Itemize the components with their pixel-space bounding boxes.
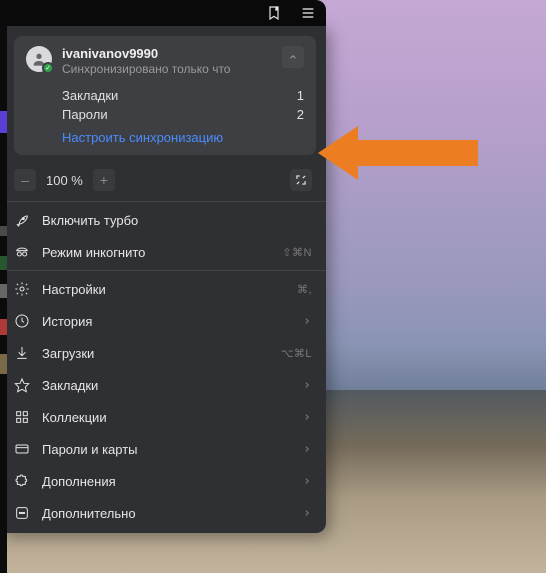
menu-collections[interactable]: Коллекции (0, 401, 326, 433)
sync-row-passwords[interactable]: Пароли 2 (62, 105, 304, 124)
menu-more[interactable]: Дополнительно (0, 497, 326, 529)
download-icon (14, 345, 30, 361)
more-icon (14, 505, 30, 521)
sync-ok-badge (42, 62, 54, 74)
sync-row-count: 1 (297, 88, 304, 103)
chevron-right-icon (302, 474, 312, 489)
menu-shortcut: ⇧⌘N (282, 246, 312, 259)
rocket-icon (14, 212, 30, 228)
menu-label: История (42, 314, 290, 329)
collections-icon (14, 409, 30, 425)
main-menu-panel: ivanivanov9990 Синхронизировано только ч… (0, 26, 326, 533)
menu-label: Коллекции (42, 410, 290, 425)
menu-history[interactable]: История (0, 305, 326, 337)
sync-row-bookmarks[interactable]: Закладки 1 (62, 86, 304, 105)
menu-label: Настройки (42, 282, 285, 297)
configure-sync-link[interactable]: Настроить синхронизацию (26, 130, 304, 145)
incognito-icon (14, 244, 30, 260)
zoom-level: 100 % (36, 173, 93, 188)
menu-label: Дополнения (42, 474, 290, 489)
avatar (26, 46, 52, 72)
collapse-profile-button[interactable] (282, 46, 304, 68)
menu-label: Пароли и карты (42, 442, 290, 457)
zoom-in-button[interactable]: + (93, 169, 115, 191)
menu-settings[interactable]: Настройки ⌘, (0, 273, 326, 305)
profile-sync-status: Синхронизировано только что (62, 62, 304, 76)
menu-turbo[interactable]: Включить турбо (0, 204, 326, 236)
menu-incognito[interactable]: Режим инкогнито ⇧⌘N (0, 236, 326, 268)
menu-label: Загрузки (42, 346, 269, 361)
chevron-right-icon (302, 410, 312, 425)
menu-label: Дополнительно (42, 506, 290, 521)
bookmark-icon[interactable] (266, 5, 282, 21)
menu-addons[interactable]: Дополнения (0, 465, 326, 497)
card-icon (14, 441, 30, 457)
puzzle-icon (14, 473, 30, 489)
sync-row-label: Закладки (62, 88, 118, 103)
sync-row-count: 2 (297, 107, 304, 122)
menu-shortcut: ⌘, (297, 283, 312, 296)
menu-label: Включить турбо (42, 213, 312, 228)
gear-icon (14, 281, 30, 297)
menu-label: Режим инкогнито (42, 245, 270, 260)
menu-bookmarks[interactable]: Закладки (0, 369, 326, 401)
clock-icon (14, 313, 30, 329)
star-icon (14, 377, 30, 393)
profile-card[interactable]: ivanivanov9990 Синхронизировано только ч… (14, 36, 316, 155)
menu-passwords[interactable]: Пароли и карты (0, 433, 326, 465)
annotation-arrow (318, 118, 488, 188)
fullscreen-button[interactable] (290, 169, 312, 191)
top-toolbar (0, 0, 326, 26)
menu-shortcut: ⌥⌘L (281, 347, 312, 360)
chevron-right-icon (302, 506, 312, 521)
profile-username: ivanivanov9990 (62, 46, 304, 61)
zoom-row: – 100 % + (0, 161, 326, 199)
menu-downloads[interactable]: Загрузки ⌥⌘L (0, 337, 326, 369)
chevron-right-icon (302, 314, 312, 329)
menu-label: Закладки (42, 378, 290, 393)
chevron-right-icon (302, 378, 312, 393)
zoom-out-button[interactable]: – (14, 169, 36, 191)
sync-row-label: Пароли (62, 107, 108, 122)
menu-icon[interactable] (300, 5, 316, 21)
window-left-edge (0, 26, 7, 573)
chevron-right-icon (302, 442, 312, 457)
